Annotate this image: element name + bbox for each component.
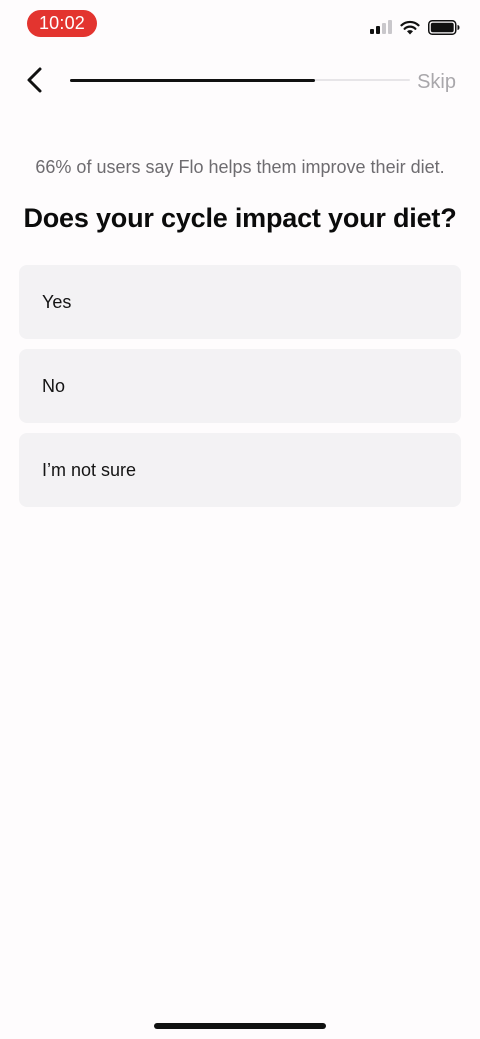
skip-button[interactable]: Skip bbox=[417, 68, 456, 96]
battery-icon bbox=[428, 19, 460, 35]
option-not-sure[interactable]: I’m not sure bbox=[19, 433, 461, 507]
status-time: 10:02 bbox=[27, 10, 97, 37]
question-title: Does your cycle impact your diet? bbox=[23, 203, 457, 233]
progress-fill bbox=[70, 78, 315, 82]
answer-options: Yes No I’m not sure bbox=[19, 265, 461, 517]
stat-text: 66% of users say Flo helps them improve … bbox=[35, 157, 445, 177]
cellular-signal-icon bbox=[370, 20, 392, 34]
status-icons bbox=[370, 17, 460, 37]
home-indicator[interactable] bbox=[154, 1023, 326, 1029]
option-yes[interactable]: Yes bbox=[19, 265, 461, 339]
wifi-icon bbox=[400, 20, 420, 34]
chevron-left-icon bbox=[27, 67, 42, 93]
option-no[interactable]: No bbox=[19, 349, 461, 423]
option-label: Yes bbox=[42, 291, 72, 312]
option-label: No bbox=[42, 375, 66, 396]
option-label: I’m not sure bbox=[42, 459, 137, 480]
status-bar: 10:02 bbox=[0, 0, 480, 48]
back-button[interactable] bbox=[18, 62, 50, 98]
progress-bar bbox=[70, 78, 410, 82]
